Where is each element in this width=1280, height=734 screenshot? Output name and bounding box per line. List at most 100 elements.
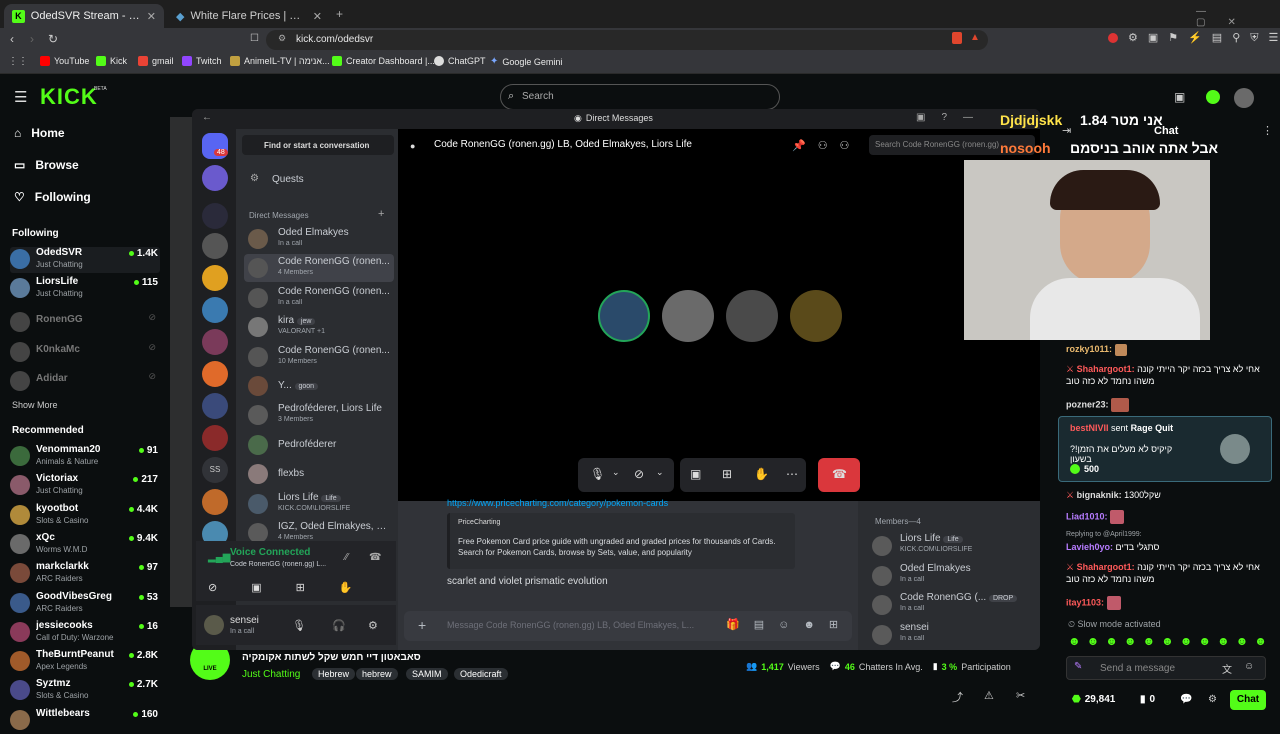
settings-icon[interactable]: ⚙ (368, 619, 378, 632)
channel-item-recommended[interactable]: Wittlebears 160 (10, 708, 160, 734)
member-item[interactable]: Oded Elmakyes In a call (872, 563, 1032, 589)
channel-item-recommended[interactable]: TheBurntPeanut Apex Legends 2.8K (10, 649, 160, 675)
user-avatar[interactable] (204, 615, 224, 635)
brave-rewards-icon[interactable]: ▲ (970, 32, 980, 43)
chevron-down-icon[interactable]: ⌄ (656, 467, 664, 478)
dm-item[interactable]: Pedroféderer (244, 431, 394, 459)
server-icon[interactable] (202, 297, 228, 323)
dm-item[interactable]: Code RonenGG (ronen... 10 Members (244, 343, 394, 371)
clip-icon[interactable]: ✂ (1016, 689, 1025, 702)
nav-home[interactable]: ⌂ Home (14, 126, 65, 140)
apps-icon[interactable]: ⋮⋮ (8, 56, 28, 67)
channel-item-recommended[interactable]: kyootbot Slots & Casino 4.4K (10, 503, 160, 529)
tag-samim[interactable]: SAMIM (406, 668, 448, 680)
url-field[interactable] (266, 30, 988, 50)
message-link[interactable]: https://www.pricecharting.com/category/p… (447, 498, 747, 508)
server-icon[interactable] (202, 425, 228, 451)
member-item[interactable]: sensei In a call (872, 622, 1032, 648)
report-icon[interactable]: ⚠ (984, 689, 994, 702)
attach-icon[interactable]: + (418, 617, 426, 633)
menu-icon[interactable]: ☰ (14, 88, 27, 106)
bookmark-youtube[interactable]: YouTube (40, 56, 89, 66)
more-icon[interactable]: ⋯ (786, 467, 798, 481)
tab-whiteflare[interactable]: ◆ White Flare Prices | White Flare List … (168, 4, 330, 28)
tag-odedicraft[interactable]: Odedicraft (454, 668, 508, 680)
window-controls[interactable]: —▢✕ (1196, 6, 1280, 28)
nav-following[interactable]: ♡ Following (14, 190, 91, 204)
mic-icon[interactable]: 🎙 (590, 467, 605, 481)
voice-actions[interactable]: ⊘▣⊞✋ (208, 581, 387, 594)
hangup-icon[interactable]: ☎ (832, 467, 847, 481)
tag-hebrew-lower[interactable]: hebrew (356, 668, 398, 680)
kicks-display[interactable]: ▮ 0 (1140, 694, 1155, 705)
member-item[interactable]: Code RonenGG (... DROP In a call (872, 592, 1032, 618)
dm-item[interactable]: Code RonenGG (ronen... In a call (244, 284, 394, 312)
channel-item-recommended[interactable]: markclarkk ARC Raiders 97 (10, 561, 160, 587)
dm-item[interactable]: kira jew VALORANT +1 (244, 313, 394, 341)
show-more-link[interactable]: Show More (12, 400, 58, 410)
server-icon[interactable] (202, 203, 228, 229)
emote-bar[interactable]: ☻☻☻☻☻☻☻☻☻☻☻ (1068, 634, 1273, 648)
points-display[interactable]: ⬣ 29,841 (1072, 694, 1115, 705)
dm-item[interactable]: Liors Life Life KICK.COM\LIORSLIFE (244, 490, 394, 518)
extension-icons[interactable]: ⚙▣⚑⚡▤⚲⛨☰ (1128, 31, 1280, 45)
activities-icon[interactable]: ⊞ (722, 467, 732, 481)
bookmark-kick[interactable]: Kick (96, 56, 127, 66)
nav-browse[interactable]: ▭ Browse (14, 158, 79, 172)
input-actions[interactable]: 🎁▤☺☻⊞ (726, 618, 852, 631)
kick-points-icon[interactable] (1206, 90, 1220, 104)
server-icon[interactable] (202, 165, 228, 191)
bookmark-animeil[interactable]: AnimeIL-TV | אנימה... (230, 56, 330, 66)
dm-item[interactable]: Pedroféderer, Liors Life 3 Members (244, 401, 394, 429)
studio-icon[interactable]: ▣ (1174, 90, 1185, 104)
server-icon[interactable] (202, 233, 228, 259)
dm-item[interactable]: Y... goon (244, 372, 394, 400)
channel-item-ronengg[interactable]: RonenGG ⊘ (10, 310, 160, 336)
chat-settings-icon[interactable]: ⚙ (1208, 694, 1217, 705)
call-header-actions[interactable]: 📌⚇⚇ (792, 139, 861, 152)
screen-share-icon[interactable]: ▣ (690, 467, 701, 481)
user-avatar[interactable] (1234, 88, 1254, 108)
server-icon[interactable] (202, 361, 228, 387)
site-info-icon[interactable]: ⚙ (278, 33, 286, 44)
new-tab-icon[interactable]: + (336, 7, 343, 21)
participant-avatar[interactable] (790, 290, 842, 342)
share-icon[interactable]: ⤴ (952, 689, 963, 705)
send-chat-button[interactable]: Chat (1230, 690, 1266, 710)
close-tab-icon[interactable]: ✕ (147, 10, 156, 23)
camera-off-icon[interactable]: ⊘ (634, 467, 644, 481)
forward-icon[interactable]: › (30, 32, 34, 46)
channel-item-liorslife[interactable]: LiorsLife Just Chatting 115 (10, 276, 160, 302)
channel-item-recommended[interactable]: Venomman20 Animals & Nature 91 (10, 444, 160, 470)
bookmark-gmail[interactable]: gmail (138, 56, 174, 66)
bookmark-twitch[interactable]: Twitch (182, 56, 222, 66)
collapse-chat-icon[interactable]: ⇥ (1062, 124, 1071, 137)
headphone-icon[interactable]: 🎧 (332, 619, 346, 632)
mic-icon[interactable]: 🎙 (292, 619, 306, 632)
server-icon[interactable] (202, 265, 228, 291)
discord-window-controls[interactable]: ▣?— (916, 112, 989, 123)
server-icon[interactable]: SS (202, 457, 228, 483)
tab-kick[interactable]: K OdedSVR Stream - Watch Live o ✕ (4, 4, 164, 28)
dm-item[interactable]: Code RonenGG (ronen... 4 Members (244, 254, 394, 283)
channel-item-recommended[interactable]: Syztmz Slots & Casino 2.7K (10, 678, 160, 704)
voice-channel[interactable]: Code RonenGG (ronen.gg) L... (230, 561, 330, 568)
participant-avatar[interactable] (598, 290, 650, 342)
kick-logo[interactable]: KICK (40, 84, 98, 110)
quests-link[interactable]: Quests (272, 174, 304, 185)
extension-record-icon[interactable] (1108, 33, 1118, 43)
server-icon[interactable] (202, 393, 228, 419)
discord-back-icon[interactable]: ← (202, 112, 212, 123)
bookmark-icon[interactable]: ☐ (250, 33, 259, 44)
channel-item-k0nkamc[interactable]: K0nkaMc ⊘ (10, 340, 160, 366)
reload-icon[interactable]: ↻ (48, 32, 58, 46)
chevron-down-icon[interactable]: ⌄ (612, 467, 620, 478)
bookmark-creator-dashboard[interactable]: Creator Dashboard |... (332, 56, 435, 66)
brave-shield-icon[interactable] (952, 32, 962, 44)
channel-item-odedsvr[interactable]: OdedSVR Just Chatting 1.4K (10, 247, 160, 273)
bookmark-chatgpt[interactable]: ChatGPT (434, 56, 486, 66)
server-icon[interactable] (202, 489, 228, 515)
participant-avatar[interactable] (662, 290, 714, 342)
channel-item-adidar[interactable]: Adidar ⊘ (10, 369, 160, 395)
channel-item-recommended[interactable]: GoodVibesGreg ARC Raiders 53 (10, 591, 160, 617)
